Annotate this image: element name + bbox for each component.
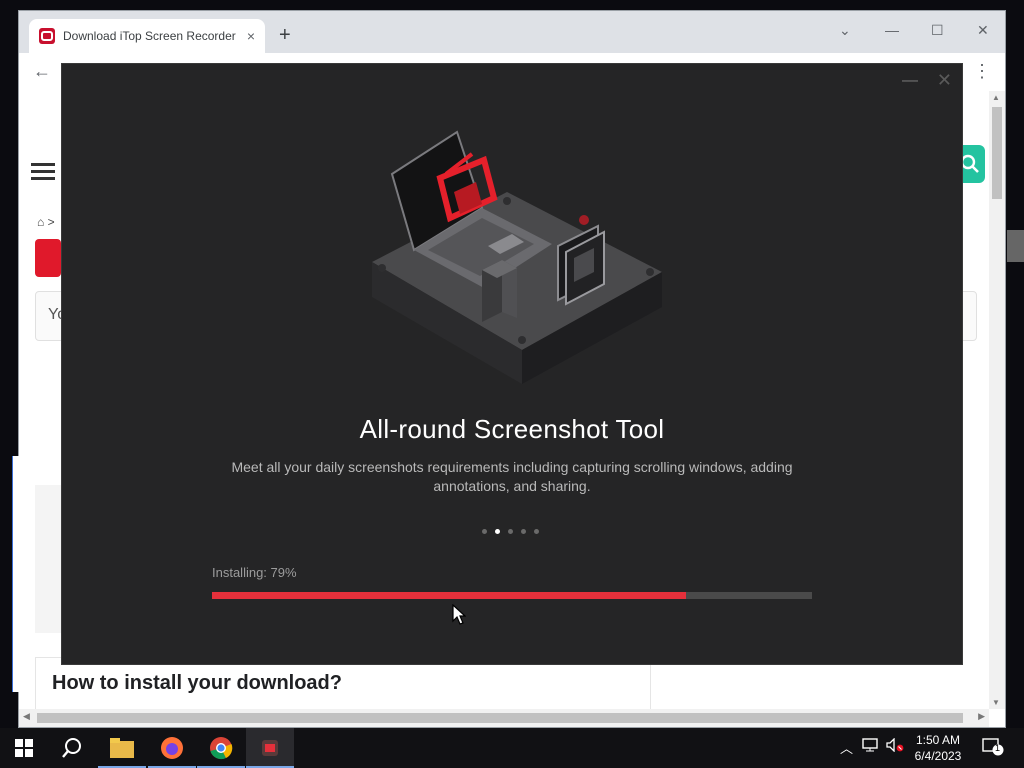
scroll-right-icon[interactable]: ▶ <box>978 711 985 722</box>
background-window-edge <box>12 456 19 692</box>
itop-favicon-icon <box>39 28 55 44</box>
scroll-up-icon[interactable]: ▲ <box>992 93 1000 102</box>
install-heading: How to install your download? <box>52 672 342 694</box>
scrollbar-thumb[interactable] <box>992 107 1002 199</box>
window-close-button[interactable]: ✕ <box>977 21 989 39</box>
scroll-left-icon[interactable]: ◀ <box>23 711 30 722</box>
breadcrumb-home[interactable]: ⌂ > <box>37 215 55 229</box>
carousel-dot[interactable] <box>508 529 513 534</box>
carousel-dot[interactable] <box>521 529 526 534</box>
horizontal-scrollbar-thumb[interactable] <box>37 713 963 723</box>
file-explorer-icon[interactable] <box>98 728 146 768</box>
clock-date: 6/4/2023 <box>914 749 962 763</box>
horizontal-scrollbar[interactable]: ◀ ▶ <box>19 709 989 727</box>
progress-bar <box>212 592 812 599</box>
feature-title: All-round Screenshot Tool <box>359 414 665 444</box>
tab-close-icon[interactable]: × <box>247 28 255 44</box>
search-icon <box>960 154 979 173</box>
back-button[interactable]: ← <box>33 61 51 82</box>
hamburger-menu-icon[interactable] <box>31 163 55 181</box>
carousel-dots <box>482 529 539 534</box>
scroll-down-icon[interactable]: ▼ <box>992 698 1000 707</box>
carousel-dot[interactable] <box>534 529 539 534</box>
screenshot-tool-illustration <box>372 130 662 384</box>
clock-time: 1:50 AM <box>915 733 961 747</box>
progress-bar-fill <box>212 592 686 599</box>
installer-window: — ✕ All-round Screenshot Tool Meet all y… <box>61 63 963 665</box>
installer-minimize-button[interactable]: — <box>902 72 918 90</box>
network-icon[interactable] <box>862 738 878 755</box>
volume-muted-icon[interactable] <box>886 737 904 755</box>
windows-start-icon[interactable] <box>0 728 48 768</box>
progress-label: Installing: 79% <box>212 565 297 580</box>
taskbar: ︿ 1:50 AM 6/4/2023 1 <box>0 728 1024 768</box>
background-window-fragment <box>1007 230 1024 262</box>
tab-search-chevron-icon[interactable]: ⌄ <box>839 21 851 39</box>
notification-count: 1 <box>995 743 1001 753</box>
tab-strip: Download iTop Screen Recorder × + ⌄ — ☐ … <box>19 11 1005 53</box>
window-minimize-button[interactable]: — <box>885 21 899 39</box>
vertical-scrollbar[interactable]: ▲ ▼ <box>989 91 1005 709</box>
browser-tab[interactable]: Download iTop Screen Recorder × <box>29 19 265 53</box>
search-icon[interactable] <box>48 728 96 768</box>
carousel-dot[interactable] <box>482 529 487 534</box>
mouse-cursor-icon <box>452 604 466 625</box>
show-hidden-icons-icon[interactable]: ︿ <box>840 738 853 757</box>
app-logo <box>35 239 61 277</box>
firefox-icon[interactable] <box>148 728 196 768</box>
tab-title: Download iTop Screen Recorder <box>63 29 236 43</box>
feature-description: Meet all your daily screenshots requirem… <box>231 459 793 494</box>
action-center-icon[interactable]: 1 <box>982 738 1004 756</box>
carousel-dot[interactable] <box>495 529 500 534</box>
browser-menu-button[interactable]: ⋮ <box>973 61 991 82</box>
chrome-icon[interactable] <box>197 728 245 768</box>
window-maximize-button[interactable]: ☐ <box>931 21 944 39</box>
system-clock[interactable]: 1:50 AM 6/4/2023 <box>906 732 970 764</box>
itop-installer-icon[interactable] <box>246 728 294 768</box>
installer-close-button[interactable]: ✕ <box>937 70 952 91</box>
new-tab-button[interactable]: + <box>279 25 291 45</box>
